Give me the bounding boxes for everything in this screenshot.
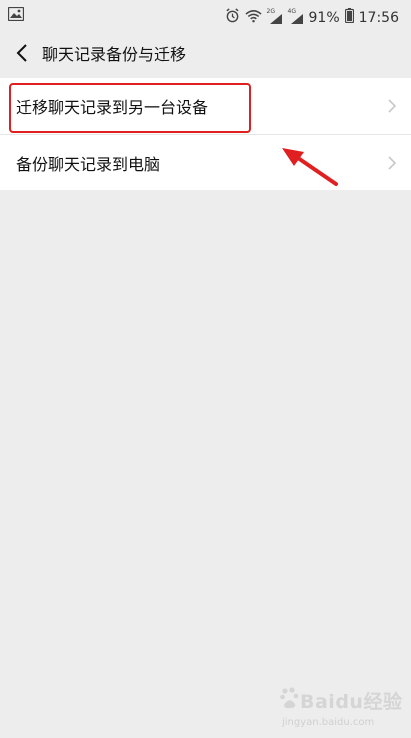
- battery-icon: [344, 8, 354, 27]
- annotation-highlight-box: [9, 83, 251, 133]
- baidu-watermark: Baidu经验 jingyan.baidu.com: [280, 684, 405, 728]
- page-title: 聊天记录备份与迁移: [42, 45, 187, 64]
- annotation-arrow-icon: [282, 148, 338, 186]
- status-bar: 2G 4G 91% 17:56: [0, 0, 411, 33]
- chevron-right-icon: [388, 99, 397, 113]
- battery-percent: 91%: [308, 9, 340, 26]
- gallery-icon: [7, 6, 25, 25]
- status-indicators: 2G 4G 91% 17:56: [225, 8, 399, 27]
- clock-time: 17:56: [358, 9, 399, 26]
- back-button[interactable]: [10, 37, 34, 69]
- back-arrow-icon: [16, 44, 27, 62]
- wifi-icon: [244, 9, 262, 27]
- title-bar: 聊天记录备份与迁移: [0, 33, 411, 74]
- chevron-right-icon: [388, 155, 397, 170]
- alarm-icon: [225, 8, 240, 27]
- watermark-url: jingyan.baidu.com: [282, 717, 375, 728]
- signal-2g-icon: 2G: [267, 8, 283, 25]
- menu-item-backup-to-pc[interactable]: 备份聊天记录到电脑: [0, 134, 411, 190]
- watermark-brand: Baidu经验: [300, 691, 403, 713]
- baidu-paw-logo: [280, 687, 299, 709]
- menu-item-label: 备份聊天记录到电脑: [16, 154, 161, 174]
- signal-4g-icon: 4G: [288, 8, 304, 25]
